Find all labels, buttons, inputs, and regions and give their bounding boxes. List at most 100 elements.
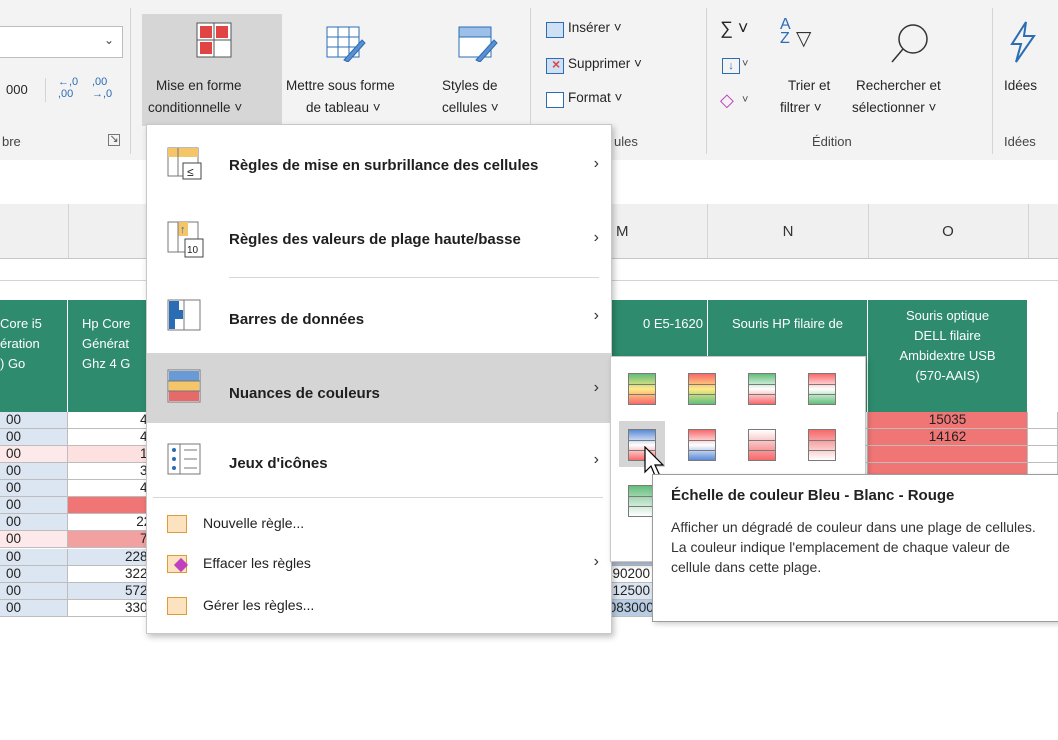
- fill-icon[interactable]: ↓: [722, 58, 740, 74]
- color-scale-swatch[interactable]: [799, 365, 845, 411]
- chevron-right-icon: ›: [593, 553, 599, 570]
- tooltip: Échelle de couleur Bleu - Blanc - Rouge …: [652, 474, 1058, 622]
- table-cell[interactable]: 00: [0, 446, 68, 463]
- ideas-label: Idées: [1004, 78, 1038, 93]
- sort-label-1: Trier et: [788, 78, 831, 93]
- autosum-button[interactable]: ∑ ˅: [720, 18, 748, 39]
- color-scale-swatch[interactable]: [619, 365, 665, 411]
- table-cell[interactable]: 00: [0, 412, 68, 429]
- table-cell[interactable]: [1028, 429, 1058, 446]
- menu-item-label: Règles des valeurs de plage haute/basse: [229, 231, 521, 248]
- menu-item-top-bottom-rules[interactable]: ↑ 10 Règles des valeurs de plage haute/b…: [147, 213, 611, 269]
- lightning-icon: [1010, 21, 1036, 63]
- color-scale-swatch[interactable]: [739, 421, 785, 467]
- chevron-down-icon[interactable]: ⌄: [104, 33, 114, 47]
- data-bars-icon: [167, 299, 201, 331]
- conditional-format-menu: ≤ Règles de mise en surbrillance des cel…: [146, 124, 612, 634]
- search-icon: [891, 24, 928, 63]
- cell-styles-label-1: Styles de: [442, 78, 498, 93]
- manage-rules-icon: [167, 597, 187, 615]
- conditional-format-icon: [196, 22, 232, 58]
- table-header-cell[interactable]: Souris optique DELL filaire Ambidextre USB…: [868, 300, 1028, 412]
- menu-item-label: Gérer les règles...: [203, 597, 315, 613]
- menu-item-clear-rules[interactable]: Effacer les règles ›: [147, 549, 611, 579]
- column-header[interactable]: [1028, 204, 1058, 258]
- table-format-icon: [326, 26, 366, 62]
- cell-styles-icon: [458, 26, 498, 62]
- chevron-down-icon[interactable]: ˅: [742, 58, 748, 70]
- column-header-n[interactable]: N: [708, 204, 869, 258]
- table-cell[interactable]: 00: [0, 549, 68, 566]
- table-cell[interactable]: 00: [0, 497, 68, 514]
- column-header-o[interactable]: O: [868, 204, 1029, 258]
- menu-item-label: Nuances de couleurs: [229, 385, 380, 402]
- color-scale-swatch[interactable]: [739, 365, 785, 411]
- table-header-cell[interactable]: [1028, 300, 1058, 412]
- ideas-group-label: Idées: [1004, 134, 1036, 149]
- table-cell[interactable]: 14162: [868, 429, 1028, 446]
- format-icon: [546, 92, 564, 108]
- table-cell[interactable]: 00: [0, 566, 68, 583]
- table-cell[interactable]: 00: [0, 429, 68, 446]
- table-cell[interactable]: 00: [0, 514, 68, 531]
- format-as-table-button[interactable]: Mettre sous forme de tableau ˅: [284, 14, 412, 126]
- number-group-label: bre: [2, 134, 21, 149]
- funnel-icon: ▽: [796, 28, 812, 50]
- sort-filter-icon: AZ: [780, 16, 791, 47]
- number-format-combo[interactable]: ⌄: [0, 26, 123, 58]
- svg-text:↑: ↑: [180, 224, 186, 236]
- table-cell[interactable]: 15035: [868, 412, 1028, 429]
- menu-item-label: Effacer les règles: [203, 555, 311, 571]
- dialog-launcher-icon[interactable]: ↘: [108, 134, 120, 146]
- chevron-right-icon: ›: [593, 451, 599, 468]
- table-cell[interactable]: 00: [0, 463, 68, 480]
- table-cell[interactable]: [1028, 446, 1058, 463]
- menu-item-highlight-rules[interactable]: ≤ Règles de mise en surbrillance des cel…: [147, 139, 611, 195]
- menu-item-color-scales[interactable]: Nuances de couleurs ›: [147, 353, 611, 423]
- chevron-down-icon[interactable]: ˅: [742, 94, 748, 106]
- table-cell[interactable]: [868, 446, 1028, 463]
- delete-label: Supprimer ˅: [568, 56, 642, 71]
- table-cell[interactable]: 00: [0, 600, 68, 617]
- sort-filter-button[interactable]: AZ ▽ Trier et filtrer ˅: [780, 14, 850, 126]
- find-label-1: Rechercher et: [856, 78, 941, 93]
- table-cell[interactable]: 00: [0, 583, 68, 600]
- color-scale-swatch[interactable]: [799, 421, 845, 467]
- cells-group-label: ules: [614, 134, 638, 149]
- color-scale-swatch[interactable]: [679, 421, 725, 467]
- find-select-button[interactable]: Rechercher et sélectionner ˅: [852, 14, 970, 126]
- find-label-2: sélectionner ˅: [852, 100, 937, 115]
- menu-item-icon-sets[interactable]: Jeux d'icônes ›: [147, 431, 611, 493]
- table-cell[interactable]: [1028, 412, 1058, 429]
- column-header[interactable]: [0, 204, 69, 258]
- ideas-button[interactable]: Idées: [998, 14, 1054, 126]
- cell-styles-label-2: cellules ˅: [442, 100, 499, 115]
- insert-icon: [546, 22, 564, 38]
- chevron-right-icon: ›: [593, 155, 599, 172]
- chevron-right-icon: ›: [593, 229, 599, 246]
- thousands-format-button[interactable]: 000: [6, 82, 28, 97]
- editing-group-label: Édition: [812, 134, 852, 149]
- menu-item-label: Jeux d'icônes: [229, 455, 328, 472]
- cell-styles-button[interactable]: Styles de cellules ˅: [436, 14, 522, 126]
- increase-decimal-button[interactable]: ←,0,00: [58, 76, 78, 100]
- conditional-format-label-2: conditionnelle ˅: [148, 100, 243, 115]
- eraser-icon[interactable]: ◇: [720, 90, 734, 111]
- menu-item-data-bars[interactable]: Barres de données ›: [147, 287, 611, 347]
- conditional-format-label-1: Mise en forme: [156, 78, 242, 93]
- table-cell[interactable]: 00: [0, 531, 68, 548]
- tooltip-title: Échelle de couleur Bleu - Blanc - Rouge: [671, 487, 955, 504]
- menu-item-new-rule[interactable]: Nouvelle règle...: [147, 509, 611, 539]
- table-header-cell[interactable]: Core i5 ération) Go: [0, 300, 68, 412]
- format-as-table-label-1: Mettre sous forme: [286, 78, 395, 93]
- delete-icon: ×: [546, 56, 564, 74]
- conditional-format-button[interactable]: Mise en forme conditionnelle ˅: [142, 14, 282, 126]
- decrease-decimal-button[interactable]: ,00 →,0: [92, 76, 112, 100]
- menu-item-label: Nouvelle règle...: [203, 515, 305, 531]
- insert-label: Insérer ˅: [568, 20, 622, 35]
- table-cell[interactable]: 00: [0, 480, 68, 497]
- format-label: Format ˅: [568, 90, 623, 105]
- menu-item-manage-rules[interactable]: Gérer les règles...: [147, 591, 611, 621]
- menu-item-label: Règles de mise en surbrillance des cellu…: [229, 157, 539, 174]
- color-scale-swatch[interactable]: [679, 365, 725, 411]
